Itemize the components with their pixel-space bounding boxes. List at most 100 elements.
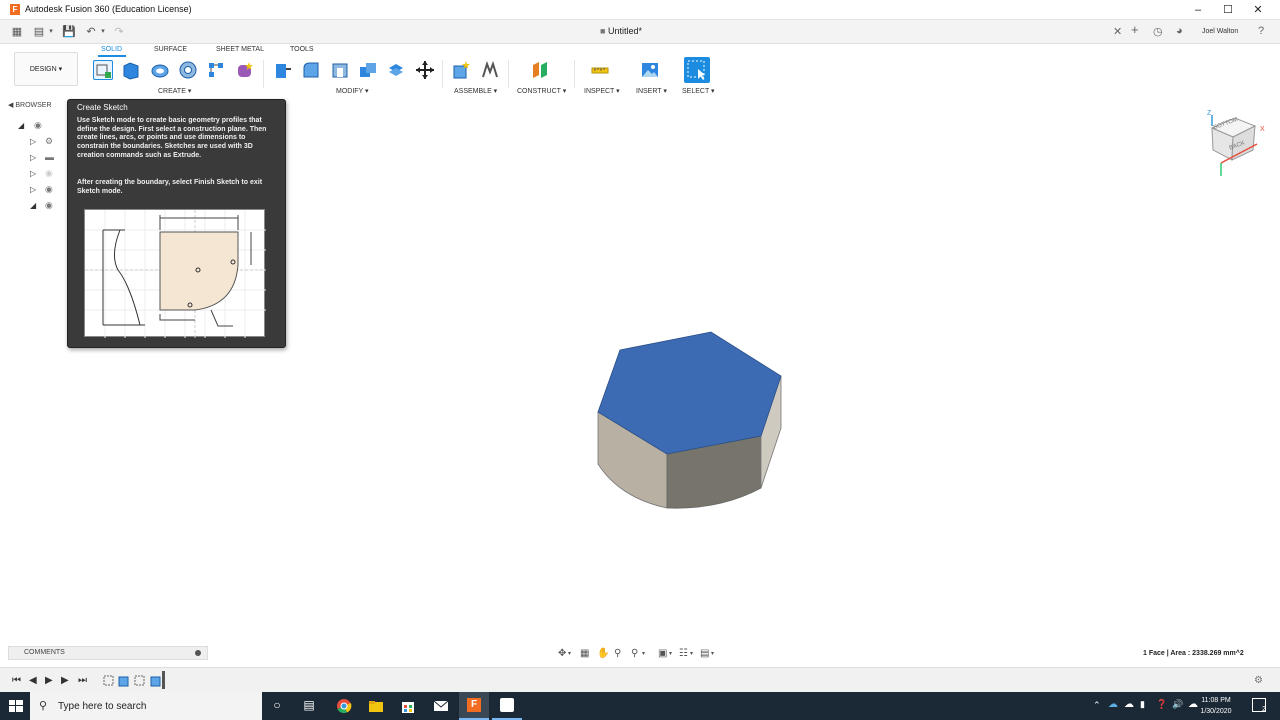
close-tab-icon[interactable]: ✕ — [1113, 25, 1122, 38]
inspect-group-label[interactable]: INSPECT ▾ — [584, 87, 620, 95]
data-panel-grid-icon[interactable]: ▦ — [10, 25, 24, 39]
maximize-icon[interactable]: ☐ — [1213, 2, 1243, 18]
measure-icon[interactable] — [590, 60, 610, 80]
minimize-icon[interactable]: – — [1183, 2, 1213, 18]
step-back-icon[interactable]: ◀ — [29, 675, 37, 686]
construct-group-label[interactable]: CONSTRUCT ▾ — [517, 87, 566, 95]
tab-solid[interactable]: SOLID — [101, 46, 122, 53]
create-group-label[interactable]: CREATE ▾ — [158, 87, 191, 95]
joint-icon[interactable] — [480, 60, 500, 80]
pan-hand-icon[interactable]: ✋ — [597, 648, 609, 659]
fusion-taskbar-button[interactable]: F — [459, 692, 489, 720]
display-settings-icon[interactable]: ▣ — [658, 648, 667, 659]
insert-group-label[interactable]: INSERT ▾ — [636, 87, 667, 95]
orbit-chevron-icon[interactable]: ▾ — [568, 650, 571, 657]
fillet-icon[interactable] — [301, 60, 321, 80]
collapsed-triangle-icon[interactable]: ▷ — [30, 137, 36, 146]
tab-tools[interactable]: TOOLS — [290, 46, 314, 53]
mail-icon[interactable] — [433, 698, 449, 714]
viewports-chevron-icon[interactable]: ▾ — [711, 650, 714, 657]
look-at-icon[interactable]: ▦ — [580, 648, 589, 659]
taskbar-clock[interactable]: 11:08 PM 1/30/2020 — [1196, 695, 1236, 717]
collapse-browser-icon[interactable]: ◀ — [8, 102, 13, 109]
add-comment-icon[interactable] — [195, 650, 201, 656]
viewports-icon[interactable]: ▤ — [700, 648, 709, 659]
new-component-icon[interactable] — [451, 60, 471, 80]
visibility-eye-icon[interactable]: ◉ — [45, 168, 53, 179]
tree-item-named-views[interactable]: ▷ ▬ — [30, 151, 70, 165]
move-copy-icon[interactable] — [415, 60, 435, 80]
combine-icon[interactable] — [358, 60, 378, 80]
go-to-start-icon[interactable]: ⏮ — [12, 675, 21, 686]
visibility-eye-icon[interactable]: ◉ — [45, 200, 53, 211]
save-icon[interactable]: 💾 — [62, 25, 76, 39]
go-to-end-icon[interactable]: ⏭ — [78, 675, 87, 686]
undo-chevron-icon[interactable]: ▾ — [96, 25, 110, 39]
step-forward-icon[interactable]: ▶ — [61, 675, 69, 686]
file-explorer-icon[interactable] — [368, 698, 384, 714]
user-account-name[interactable]: Joel Walton — [1202, 28, 1238, 35]
show-hidden-icons-chevron-icon[interactable]: ⌃ — [1093, 700, 1101, 711]
timeline-settings-gear-icon[interactable]: ⚙ — [1254, 675, 1263, 686]
offset-face-icon[interactable] — [386, 60, 406, 80]
collapsed-triangle-icon[interactable]: ▷ — [30, 153, 36, 162]
grid-settings-icon[interactable]: ☷ — [679, 648, 688, 659]
tree-item-sketches[interactable]: ◢ ◉ — [30, 199, 70, 213]
document-tab[interactable]: ■ Untitled* — [600, 26, 642, 36]
fit-zoom-icon[interactable]: ⚲ — [631, 648, 638, 659]
close-icon[interactable]: ✕ — [1243, 2, 1273, 18]
orbit-icon[interactable]: ✥ — [558, 648, 566, 659]
notifications-icon[interactable]: ◕ — [1176, 25, 1183, 37]
create-form-icon[interactable] — [235, 60, 255, 80]
visibility-eye-icon[interactable]: ◉ — [45, 184, 53, 195]
tree-item-origin[interactable]: ▷ ◉ — [30, 167, 70, 181]
tab-sheet-metal[interactable]: SHEET METAL — [216, 46, 264, 53]
zoom-chevron-icon[interactable]: ▾ — [642, 650, 645, 657]
cloud-sync-icon[interactable]: ☁ — [1124, 699, 1134, 710]
onedrive-cloud-icon[interactable]: ☁ — [1108, 699, 1118, 710]
collapsed-triangle-icon[interactable]: ▷ — [30, 185, 36, 194]
grid-chevron-icon[interactable]: ▾ — [690, 650, 693, 657]
tree-item-root[interactable]: ◢ ◉ — [18, 119, 58, 133]
windows-start-icon[interactable] — [8, 698, 24, 714]
workspace-switcher-button[interactable]: DESIGN ▾ — [14, 52, 78, 86]
create-sketch-icon[interactable] — [93, 60, 113, 80]
hexagon-prism-model[interactable] — [590, 328, 790, 514]
extrude-icon[interactable] — [121, 60, 141, 80]
insert-image-icon[interactable] — [640, 60, 660, 80]
select-group-label[interactable]: SELECT ▾ — [682, 87, 715, 95]
rectangular-pattern-icon[interactable] — [206, 60, 226, 80]
assemble-group-label[interactable]: ASSEMBLE ▾ — [454, 87, 497, 95]
display-chevron-icon[interactable]: ▾ — [669, 650, 672, 657]
job-status-icon[interactable]: ◷ — [1153, 25, 1163, 38]
offset-plane-icon[interactable] — [530, 60, 550, 80]
timeline-marker[interactable] — [162, 671, 165, 689]
collapsed-triangle-icon[interactable]: ▷ — [30, 169, 36, 178]
select-tool-icon[interactable] — [684, 57, 710, 83]
viewcube[interactable]: BOTTOM BACK X Z — [1205, 110, 1267, 176]
volume-icon[interactable]: 🔊 — [1172, 699, 1183, 710]
chrome-icon[interactable] — [336, 698, 352, 714]
tree-item-bodies[interactable]: ▷ ◉ — [30, 183, 70, 197]
timeline-sketch-feature-icon[interactable] — [103, 674, 115, 686]
store-icon[interactable] — [400, 698, 416, 714]
timeline-extrude-feature-icon[interactable] — [118, 674, 130, 687]
file-menu-chevron-icon[interactable]: ▾ — [44, 25, 58, 39]
new-tab-plus-icon[interactable]: + — [1131, 22, 1139, 37]
help-icon[interactable]: ? — [1258, 25, 1264, 37]
tab-surface[interactable]: SURFACE — [154, 46, 187, 53]
task-view-icon[interactable]: ▤ — [301, 698, 317, 714]
modify-group-label[interactable]: MODIFY ▾ — [336, 87, 369, 95]
shell-icon[interactable] — [330, 60, 350, 80]
hole-icon[interactable] — [178, 60, 198, 80]
press-pull-icon[interactable] — [272, 60, 292, 80]
expanded-triangle-icon[interactable]: ◢ — [30, 201, 36, 210]
taskbar-search-box[interactable]: ⚲ Type here to search — [30, 692, 262, 720]
timeline-extrude-feature-icon[interactable] — [150, 674, 162, 687]
redo-icon[interactable]: ↷ — [112, 25, 126, 39]
cortana-icon[interactable]: ○ — [269, 698, 285, 714]
battery-icon[interactable]: ▮ — [1140, 699, 1145, 710]
expanded-triangle-icon[interactable]: ◢ — [18, 121, 24, 130]
tree-item-document-settings[interactable]: ▷ ⚙ — [30, 135, 70, 149]
zoom-icon[interactable]: ⚲ — [614, 648, 621, 659]
